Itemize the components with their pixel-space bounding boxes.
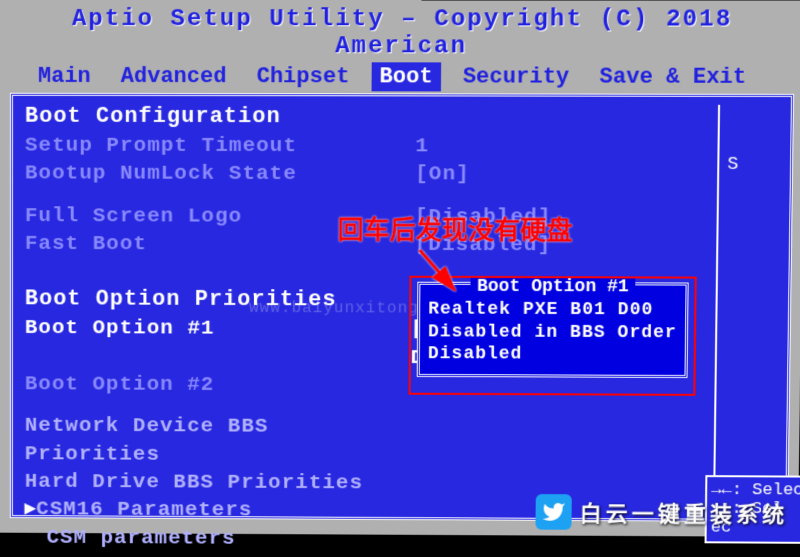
- right-help-col: S: [713, 105, 779, 511]
- menu-save-exit[interactable]: Save & Exit: [591, 63, 754, 92]
- menu-main[interactable]: Main: [30, 62, 99, 91]
- watermark: 白云一键重装系统: [535, 494, 788, 531]
- watermark-text: 白云一键重装系统: [579, 496, 788, 529]
- bios-title: Aptio Setup Utility – Copyright (C) 2018…: [10, 6, 795, 61]
- boot-option-1-label: Boot Option #1: [25, 316, 411, 373]
- popup-option-disabled[interactable]: Disabled: [428, 343, 677, 366]
- boot-option-2-label: Boot Option #2: [25, 372, 414, 402]
- popup-option-disabled-bbs[interactable]: Disabled in BBS Order: [428, 321, 677, 344]
- arrow-icon: [409, 245, 470, 310]
- setup-prompt-value: 1: [415, 133, 429, 161]
- csm-label: CSM parameters: [25, 525, 413, 555]
- network-bbs-label: Network Device BBS Priorities: [25, 413, 414, 471]
- menu-boot[interactable]: Boot: [371, 62, 440, 91]
- hdd-bbs-label: Hard Drive BBS Priorities: [25, 469, 413, 499]
- csm16-label: CSM16 Parameters: [36, 497, 424, 527]
- menu-security[interactable]: Security: [455, 62, 578, 91]
- boot-config-title: Boot Configuration: [25, 104, 698, 130]
- setup-prompt-label: Setup Prompt Timeout: [25, 133, 416, 162]
- bird-icon: [535, 494, 571, 530]
- menu-bar: Main Advanced Chipset Boot Security Save…: [10, 62, 795, 92]
- network-bbs-row[interactable]: Network Device BBS Priorities: [25, 413, 694, 472]
- annotation-text: 回车后发现没有硬盘: [337, 210, 572, 247]
- menu-advanced[interactable]: Advanced: [113, 62, 235, 91]
- numlock-label: Bootup NumLock State: [25, 161, 415, 190]
- numlock-row[interactable]: Bootup NumLock State [On]: [25, 161, 697, 191]
- menu-chipset[interactable]: Chipset: [249, 62, 358, 91]
- numlock-value: [On]: [415, 162, 470, 190]
- setup-prompt-row[interactable]: Setup Prompt Timeout 1: [25, 133, 698, 163]
- right-col-hint: S: [727, 155, 778, 175]
- cursor-icon: ▸: [25, 497, 36, 525]
